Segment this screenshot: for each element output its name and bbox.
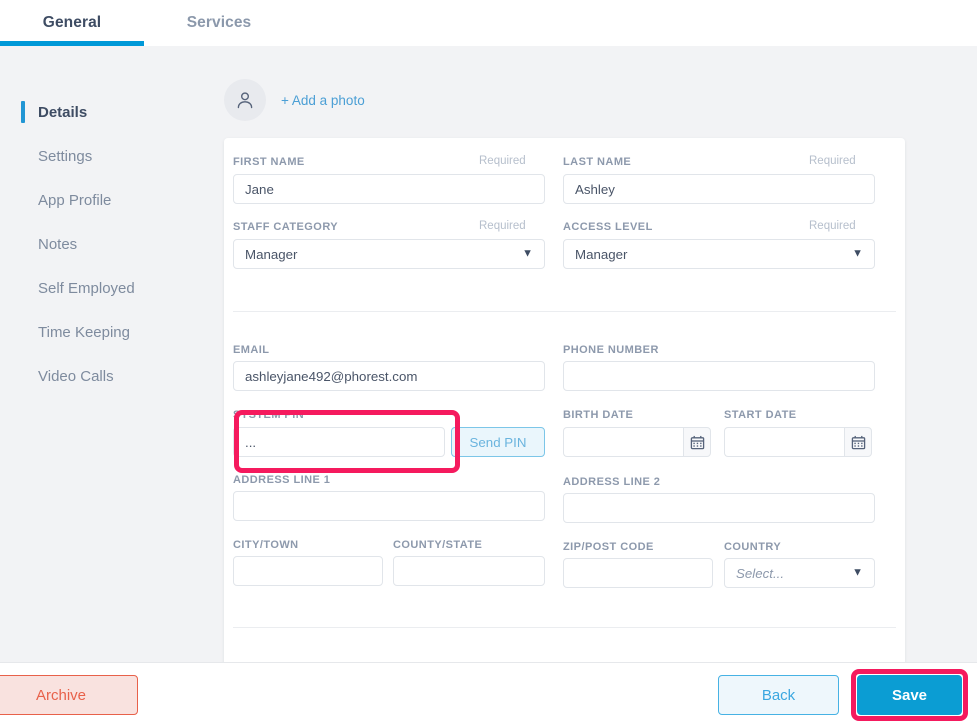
country-select[interactable]: Select... ▼ bbox=[724, 558, 875, 588]
chevron-down-icon: ▼ bbox=[852, 247, 863, 260]
send-pin-button[interactable]: Send PIN bbox=[451, 427, 545, 457]
county-state-input[interactable] bbox=[393, 556, 545, 586]
calendar-icon bbox=[851, 435, 865, 449]
sidebar-item-label: App Profile bbox=[38, 191, 112, 209]
staff-category-required: Required bbox=[479, 220, 526, 232]
start-date-input[interactable] bbox=[724, 427, 844, 457]
zip-post-code-input[interactable] bbox=[563, 558, 713, 588]
first-name-label: FIRST NAME bbox=[233, 156, 305, 168]
sidebar: Details Settings App Profile Notes Self … bbox=[0, 46, 222, 662]
sidebar-item-label: Notes bbox=[38, 235, 78, 253]
body-area: Details Settings App Profile Notes Self … bbox=[0, 46, 977, 668]
country-value: Select... bbox=[736, 565, 785, 581]
birth-date-input[interactable] bbox=[563, 427, 683, 457]
active-indicator bbox=[21, 101, 25, 123]
birth-date-label: BIRTH DATE bbox=[563, 409, 634, 421]
staff-details-page: General Services Details Settings App Pr… bbox=[0, 0, 977, 726]
sidebar-item-notes[interactable]: Notes bbox=[0, 222, 222, 266]
start-date-label: START DATE bbox=[724, 409, 797, 421]
last-name-required: Required bbox=[809, 155, 856, 167]
access-level-required: Required bbox=[809, 220, 856, 232]
staff-category-value: Manager bbox=[245, 246, 298, 262]
footer-bar: Archive Back Save bbox=[0, 662, 977, 726]
start-date-calendar-button[interactable] bbox=[844, 427, 872, 457]
sidebar-item-time-keeping[interactable]: Time Keeping bbox=[0, 310, 222, 354]
birth-date-calendar-button[interactable] bbox=[683, 427, 711, 457]
details-form-card: FIRST NAME Required LAST NAME Required S… bbox=[224, 138, 905, 668]
photo-row: + Add a photo bbox=[224, 79, 365, 121]
county-state-label: COUNTY/STATE bbox=[393, 539, 483, 551]
section-divider-2 bbox=[233, 627, 896, 628]
email-input[interactable] bbox=[233, 361, 545, 391]
tab-general[interactable]: General bbox=[0, 0, 144, 46]
chevron-down-icon: ▼ bbox=[852, 566, 863, 579]
back-button[interactable]: Back bbox=[718, 675, 839, 715]
top-tab-bar: General Services bbox=[0, 0, 977, 46]
archive-button[interactable]: Archive bbox=[0, 675, 138, 715]
address-line-1-label: ADDRESS LINE 1 bbox=[233, 474, 331, 486]
system-pin-label: SYSTEM PIN bbox=[233, 409, 305, 421]
section-divider-1 bbox=[233, 311, 896, 312]
last-name-label: LAST NAME bbox=[563, 156, 632, 168]
system-pin-input[interactable] bbox=[233, 427, 445, 457]
first-name-required: Required bbox=[479, 155, 526, 167]
avatar[interactable] bbox=[224, 79, 266, 121]
zip-post-code-label: ZIP/POST CODE bbox=[563, 541, 654, 553]
sidebar-item-label: Time Keeping bbox=[38, 323, 130, 341]
chevron-down-icon: ▼ bbox=[522, 247, 533, 260]
email-label: EMAIL bbox=[233, 344, 270, 356]
main-content: + Add a photo FIRST NAME Required LAST N… bbox=[222, 46, 977, 668]
access-level-value: Manager bbox=[575, 246, 628, 262]
access-level-select[interactable]: Manager ▼ bbox=[563, 239, 875, 269]
address-line-2-input[interactable] bbox=[563, 493, 875, 523]
sidebar-item-label: Details bbox=[38, 103, 88, 121]
sidebar-item-app-profile[interactable]: App Profile bbox=[0, 178, 222, 222]
address-line-2-label: ADDRESS LINE 2 bbox=[563, 476, 661, 488]
tab-general-label: General bbox=[42, 14, 102, 31]
last-name-input[interactable] bbox=[563, 174, 875, 204]
add-photo-link[interactable]: + Add a photo bbox=[281, 93, 365, 108]
city-town-label: CITY/TOWN bbox=[233, 539, 299, 551]
sidebar-item-video-calls[interactable]: Video Calls bbox=[0, 354, 222, 398]
calendar-icon bbox=[690, 435, 704, 449]
phone-number-label: PHONE NUMBER bbox=[563, 344, 659, 356]
phone-number-input[interactable] bbox=[563, 361, 875, 391]
birth-date-group bbox=[563, 427, 711, 457]
sidebar-item-label: Self Employed bbox=[38, 279, 135, 297]
sidebar-item-details[interactable]: Details bbox=[0, 90, 222, 134]
sidebar-item-label: Settings bbox=[38, 147, 93, 165]
sidebar-item-label: Video Calls bbox=[38, 367, 114, 385]
person-icon bbox=[237, 92, 253, 109]
staff-category-select[interactable]: Manager ▼ bbox=[233, 239, 545, 269]
tab-services[interactable]: Services bbox=[144, 0, 294, 46]
staff-category-label: STAFF CATEGORY bbox=[233, 221, 339, 233]
city-town-input[interactable] bbox=[233, 556, 383, 586]
address-line-1-input[interactable] bbox=[233, 491, 545, 521]
country-label: COUNTRY bbox=[724, 541, 782, 553]
access-level-label: ACCESS LEVEL bbox=[563, 221, 653, 233]
sidebar-item-settings[interactable]: Settings bbox=[0, 134, 222, 178]
save-button[interactable]: Save bbox=[857, 675, 962, 715]
first-name-input[interactable] bbox=[233, 174, 545, 204]
sidebar-item-self-employed[interactable]: Self Employed bbox=[0, 266, 222, 310]
start-date-group bbox=[724, 427, 872, 457]
tab-services-label: Services bbox=[186, 14, 252, 31]
